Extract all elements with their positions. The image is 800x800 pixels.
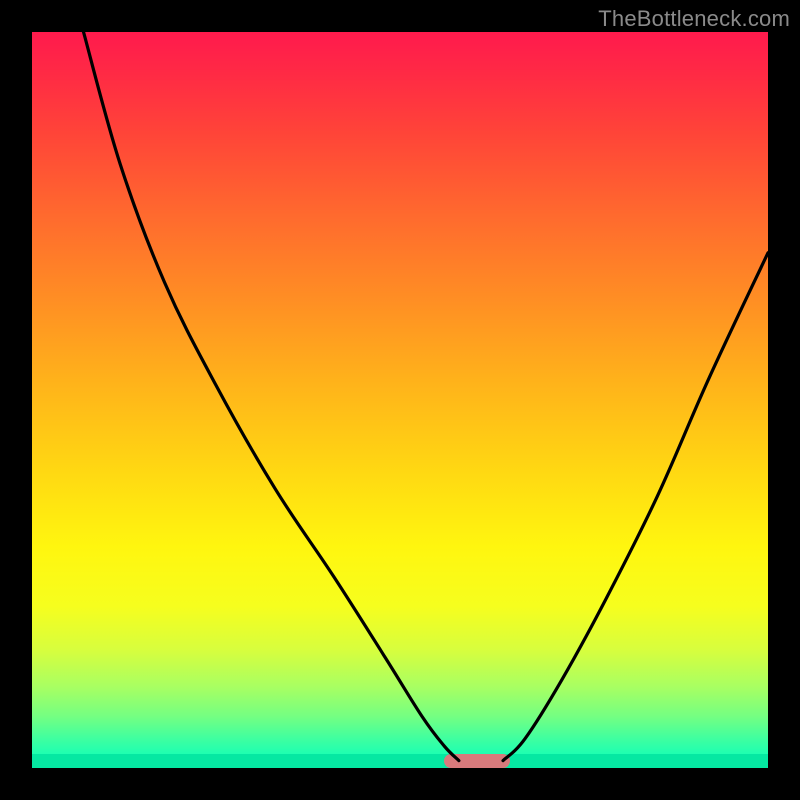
- bottleneck-curve: [32, 32, 768, 768]
- left-curve-path: [84, 32, 459, 761]
- watermark-text: TheBottleneck.com: [598, 6, 790, 32]
- right-curve-path: [503, 253, 768, 761]
- chart-frame: TheBottleneck.com: [0, 0, 800, 800]
- plot-area: [32, 32, 768, 768]
